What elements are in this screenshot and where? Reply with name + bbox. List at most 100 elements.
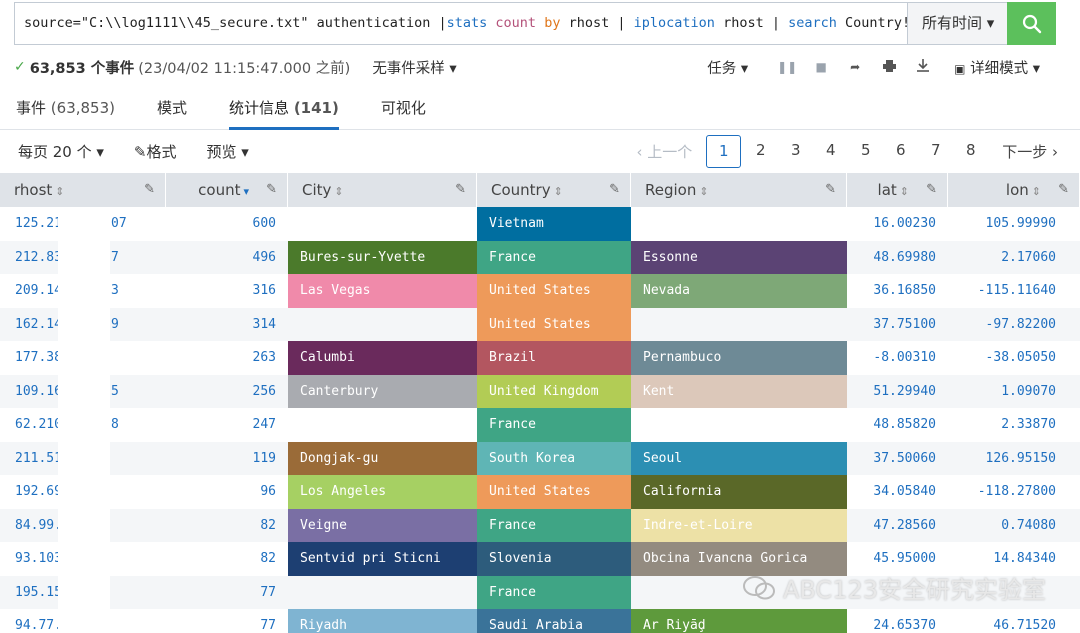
time-range-picker[interactable]: 所有时间 ▾ <box>907 3 1007 44</box>
cell-count[interactable]: 77 <box>166 576 288 610</box>
cell-country[interactable]: Saudi Arabia <box>477 609 631 633</box>
edit-column-icon[interactable]: ✎ <box>1058 173 1069 207</box>
edit-column-icon[interactable]: ✎ <box>455 173 466 207</box>
cell-lon[interactable]: -115.11640 <box>948 274 1080 308</box>
column-header-country[interactable]: Country ⇕ ✎ <box>477 173 631 207</box>
cell-lat[interactable]: 37.50060 <box>847 442 948 476</box>
cell-region[interactable]: Nevada <box>631 274 847 308</box>
search-button[interactable] <box>1007 2 1056 45</box>
preview-dropdown[interactable]: 预览 ▾ <box>207 141 249 162</box>
page-7[interactable]: 7 <box>918 135 953 168</box>
cell-count[interactable]: 314 <box>166 308 288 342</box>
cell-rhost[interactable]: 84.99. <box>0 508 166 542</box>
column-header-region[interactable]: Region ⇕ ✎ <box>631 173 847 207</box>
cell-lat[interactable]: 48.85820 <box>847 408 948 442</box>
cell-city[interactable]: Las Vegas <box>288 274 477 308</box>
cell-region[interactable]: Kent <box>631 374 847 408</box>
column-header-lat[interactable]: lat ⇕ ✎ <box>847 173 948 207</box>
cell-country[interactable]: United States <box>477 475 631 509</box>
page-4[interactable]: 4 <box>813 135 848 168</box>
cell-rhost[interactable]: 192.69 <box>0 475 166 509</box>
page-6[interactable]: 6 <box>883 135 918 168</box>
next-page-button[interactable]: 下一步 › <box>1002 141 1058 162</box>
cell-count[interactable]: 82 <box>166 542 288 576</box>
share-icon[interactable]: ➦ <box>838 60 872 74</box>
column-header-count[interactable]: count ▾ ✎ <box>166 173 288 207</box>
event-sampling-dropdown[interactable]: 无事件采样 ▾ <box>372 57 456 78</box>
tab-patterns[interactable]: 模式 <box>157 90 187 130</box>
cell-city[interactable]: Calumbi <box>288 341 477 375</box>
page-1[interactable]: 1 <box>706 134 742 168</box>
cell-country[interactable]: United States <box>477 307 631 341</box>
cell-country[interactable]: Vietnam <box>477 207 631 241</box>
page-8[interactable]: 8 <box>953 135 988 168</box>
cell-rhost[interactable]: 195.15 <box>0 575 166 609</box>
search-input[interactable]: source="C:\\log1111\\45_secure.txt" auth… <box>15 3 907 44</box>
cell-city[interactable]: Riyadh <box>288 609 477 633</box>
cell-lat[interactable]: 36.16850 <box>847 274 948 308</box>
edit-column-icon[interactable]: ✎ <box>266 173 277 207</box>
column-header-rhost[interactable]: rhost ⇕ ✎ <box>0 173 166 207</box>
cell-region[interactable] <box>631 207 847 241</box>
tab-statistics[interactable]: 统计信息 (141) <box>229 90 339 130</box>
cell-region[interactable]: Seoul <box>631 441 847 475</box>
cell-city[interactable]: Canterbury <box>288 374 477 408</box>
cell-city[interactable]: Veigne <box>288 508 477 542</box>
cell-lon[interactable]: 105.99990 <box>948 207 1080 241</box>
cell-rhost[interactable]: 209.14 3 <box>0 274 166 308</box>
cell-count[interactable]: 119 <box>166 442 288 476</box>
stop-icon[interactable]: ■ <box>804 60 838 74</box>
cell-rhost[interactable]: 94.77. <box>0 609 166 633</box>
cell-region[interactable] <box>631 308 847 342</box>
cell-country[interactable]: United States <box>477 274 631 308</box>
cell-city[interactable] <box>288 207 477 241</box>
cell-city[interactable] <box>288 576 477 610</box>
cell-lat[interactable]: 24.65370 <box>847 609 948 633</box>
cell-lon[interactable]: 1.09070 <box>948 375 1080 409</box>
cell-region[interactable]: Essonne <box>631 240 847 274</box>
cell-country[interactable]: France <box>477 508 631 542</box>
edit-column-icon[interactable]: ✎ <box>926 173 937 207</box>
cell-rhost[interactable]: 109.16 5 <box>0 374 166 408</box>
edit-column-icon[interactable]: ✎ <box>825 173 836 207</box>
cell-city[interactable]: Los Angeles <box>288 475 477 509</box>
edit-column-icon[interactable]: ✎ <box>609 173 620 207</box>
prev-page-button[interactable]: ‹ 上一个 <box>636 141 692 162</box>
cell-lon[interactable]: -118.27800 <box>948 475 1080 509</box>
page-5[interactable]: 5 <box>848 135 883 168</box>
cell-lat[interactable]: 37.75100 <box>847 308 948 342</box>
cell-count[interactable]: 263 <box>166 341 288 375</box>
cell-city[interactable]: Dongjak-gu <box>288 441 477 475</box>
cell-lat[interactable]: 16.00230 <box>847 207 948 241</box>
cell-lat[interactable]: -8.00310 <box>847 341 948 375</box>
cell-rhost[interactable]: 62.210 8 <box>0 408 166 442</box>
cell-city[interactable] <box>288 408 477 442</box>
cell-lon[interactable]: -38.05050 <box>948 341 1080 375</box>
cell-rhost[interactable]: 125.21 07 <box>0 207 166 241</box>
cell-count[interactable]: 77 <box>166 609 288 633</box>
cell-lon[interactable]: 126.95150 <box>948 442 1080 476</box>
cell-region[interactable] <box>631 408 847 442</box>
cell-lat[interactable]: 34.05840 <box>847 475 948 509</box>
cell-count[interactable]: 600 <box>166 207 288 241</box>
search-mode-dropdown[interactable]: ▣ 详细模式 ▾ <box>954 57 1040 78</box>
cell-rhost[interactable]: 211.51 <box>0 441 166 475</box>
cell-country[interactable]: France <box>477 240 631 274</box>
cell-lon[interactable]: 2.33870 <box>948 408 1080 442</box>
cell-country[interactable]: Slovenia <box>477 542 631 576</box>
cell-count[interactable]: 247 <box>166 408 288 442</box>
cell-region[interactable]: Pernambuco <box>631 341 847 375</box>
cell-lon[interactable]: 0.74080 <box>948 509 1080 543</box>
cell-city[interactable]: Bures-sur-Yvette <box>288 240 477 274</box>
cell-count[interactable]: 316 <box>166 274 288 308</box>
cell-region[interactable]: California <box>631 475 847 509</box>
page-3[interactable]: 3 <box>778 135 813 168</box>
cell-region[interactable]: Indre-et-Loire <box>631 508 847 542</box>
job-menu[interactable]: 任务 ▾ <box>707 57 748 78</box>
cell-city[interactable]: Sentvid pri Sticni <box>288 542 477 576</box>
pause-icon[interactable]: ❚❚ <box>770 60 804 74</box>
cell-count[interactable]: 256 <box>166 375 288 409</box>
cell-country[interactable]: South Korea <box>477 441 631 475</box>
cell-lat[interactable]: 51.29940 <box>847 375 948 409</box>
edit-column-icon[interactable]: ✎ <box>144 173 155 207</box>
